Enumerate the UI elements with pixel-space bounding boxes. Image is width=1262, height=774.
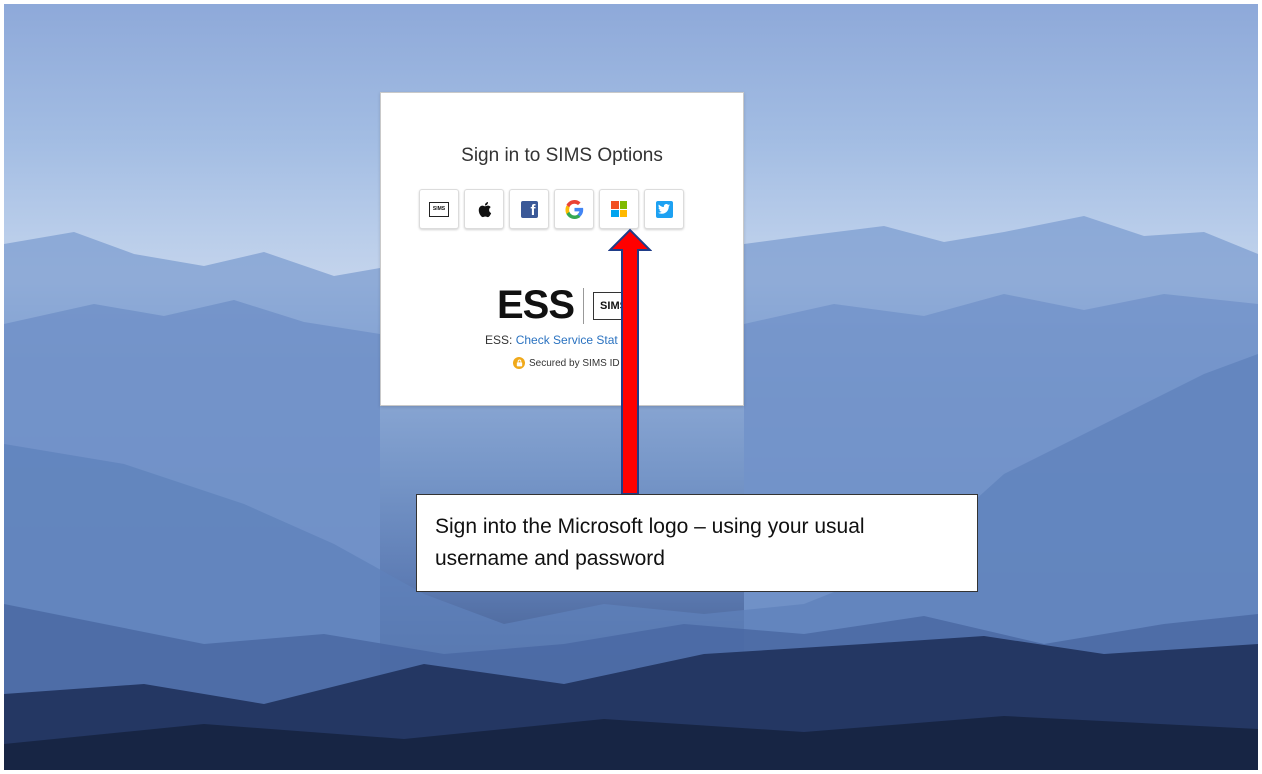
- red-arrow-annotation: [608, 228, 652, 495]
- secured-by-badge: Secured by SIMS ID: [513, 357, 620, 369]
- sign-in-card: Sign in to SIMS Options SIMS f ESS SIMS …: [380, 92, 744, 406]
- apple-login-button[interactable]: [464, 189, 504, 229]
- microsoft-icon: [611, 201, 627, 217]
- sims-icon: SIMS: [429, 201, 449, 217]
- google-icon: [564, 199, 583, 219]
- facebook-login-button[interactable]: f: [509, 189, 549, 229]
- instruction-text: Sign into the Microsoft logo – using you…: [435, 515, 865, 570]
- microsoft-login-button[interactable]: [599, 189, 639, 229]
- lock-icon: [513, 357, 525, 369]
- provider-buttons: SIMS f: [419, 189, 684, 229]
- card-title: Sign in to SIMS Options: [461, 145, 663, 166]
- check-service-status-link[interactable]: Check Service Stat: [516, 333, 618, 347]
- service-status-line: ESS: Check Service Stat: [485, 333, 618, 347]
- sims-login-button[interactable]: SIMS: [419, 189, 459, 229]
- twitter-icon: [655, 200, 673, 218]
- logo-divider: [583, 287, 585, 324]
- twitter-login-button[interactable]: [644, 189, 684, 229]
- ess-wordmark: ESS: [497, 283, 575, 327]
- status-prefix: ESS:: [485, 333, 516, 347]
- screenshot-frame: Sign in to SIMS Options SIMS f ESS SIMS …: [4, 4, 1258, 770]
- instruction-callout: Sign into the Microsoft logo – using you…: [416, 494, 978, 592]
- apple-icon: [478, 201, 491, 217]
- secured-text: Secured by SIMS ID: [529, 357, 620, 369]
- google-login-button[interactable]: [554, 189, 594, 229]
- facebook-icon: f: [520, 200, 538, 218]
